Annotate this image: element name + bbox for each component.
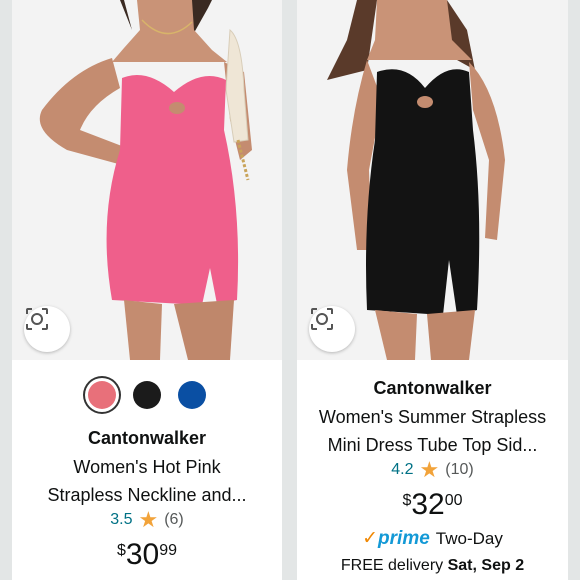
brand-name: Cantonwalker [373, 378, 492, 398]
product-image[interactable] [297, 0, 568, 360]
product-title-line1[interactable]: Women's Summer Strapless [307, 403, 558, 431]
price-dollars: 30 [125, 538, 160, 571]
swatch-black[interactable] [133, 381, 161, 409]
price-symbol: $ [116, 542, 126, 559]
delivery-date: Sat, Sep 2 [447, 557, 525, 574]
prime-check-icon: ✓ [362, 528, 379, 549]
product-card[interactable]: Cantonwalker Women's Hot Pink Strapless … [12, 0, 282, 580]
visual-search-button[interactable] [24, 306, 70, 352]
delivery-info: FREE delivery Sat, Sep 2 [297, 557, 568, 575]
price-cents: 99 [159, 542, 178, 559]
price: $3099 [12, 538, 282, 572]
swatch-pink[interactable] [88, 381, 116, 409]
prime-logo: ✓prime [362, 528, 430, 549]
star-icon: ★ [138, 507, 159, 532]
swatch-blue[interactable] [178, 381, 206, 409]
rating-row[interactable]: 4.2 ★ (10) [297, 457, 568, 482]
star-icon: ★ [419, 457, 440, 482]
product-title-line2[interactable]: Strapless Neckline and... [22, 481, 272, 509]
review-count: (6) [164, 511, 184, 528]
price-symbol: $ [402, 492, 412, 509]
brand-name: Cantonwalker [87, 428, 207, 448]
product-title-line1[interactable]: Women's Hot Pink [22, 453, 272, 481]
product-image[interactable] [12, 0, 282, 360]
price-dollars: 32 [411, 488, 445, 521]
rating-score: 4.2 [391, 461, 414, 478]
price-cents: 00 [444, 492, 463, 509]
product-card[interactable]: Cantonwalker Women's Summer Strapless Mi… [297, 0, 568, 580]
visual-search-button[interactable] [309, 306, 355, 352]
prime-shipping-speed: Two-Day [435, 528, 503, 548]
price: $3200 [297, 488, 568, 522]
color-swatches [12, 381, 282, 409]
product-title-line2[interactable]: Mini Dress Tube Top Sid... [307, 431, 558, 459]
rating-score: 3.5 [110, 511, 133, 528]
prime-badge-row: ✓prime Two-Day [297, 527, 568, 550]
rating-row[interactable]: 3.5 ★ (6) [12, 507, 282, 532]
delivery-prefix: FREE delivery [340, 557, 444, 574]
review-count: (10) [445, 461, 474, 478]
